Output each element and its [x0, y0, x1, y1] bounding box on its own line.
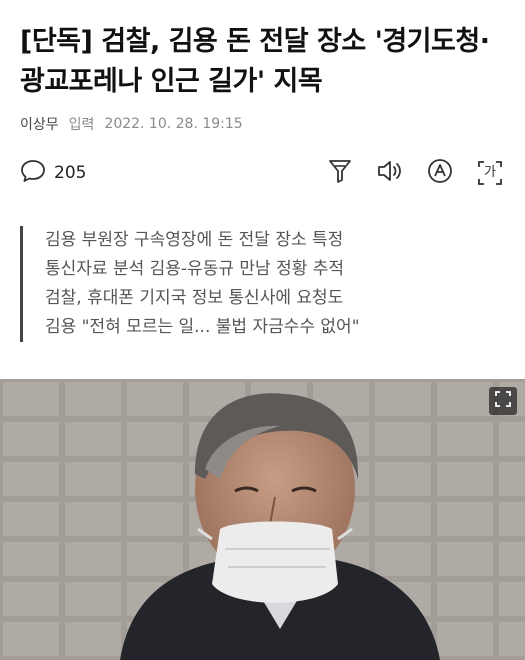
author-name[interactable]: 이상무 — [20, 114, 59, 134]
tool-icons: 가 — [325, 158, 505, 188]
summary-line: 김용 "전혀 모르는 일... 불법 자금수수 없어" — [45, 317, 360, 337]
comment-icon — [20, 159, 46, 187]
summary-line: 통신자료 분석 김용-유동규 만남 정황 추적 — [45, 259, 345, 279]
expand-icon — [495, 391, 511, 411]
article-toolbar: 205 가 — [20, 156, 505, 190]
article-summary: 김용 부원장 구속영장에 돈 전달 장소 특정 통신자료 분석 김용-유동규 만… — [20, 226, 500, 342]
summary-button[interactable] — [325, 158, 355, 188]
comment-button[interactable]: 205 — [20, 159, 86, 187]
translate-button[interactable]: 가 — [475, 158, 505, 188]
comment-count: 205 — [54, 163, 87, 183]
summary-line: 김용 부원장 구속영장에 돈 전달 장소 특정 — [45, 230, 344, 250]
translate-icon: 가 — [476, 159, 504, 187]
photo-illustration — [0, 379, 525, 660]
speaker-icon — [376, 158, 404, 188]
article-photo[interactable] — [0, 379, 525, 660]
expand-photo-button[interactable] — [489, 387, 517, 415]
publish-time: 2022. 10. 28. 19:15 — [104, 116, 243, 132]
summary-line: 검찰, 휴대폰 기지국 정보 통신사에 요청도 — [45, 288, 344, 308]
font-size-icon — [426, 157, 454, 189]
input-label: 입력 — [68, 117, 95, 133]
article-meta: 이상무 입력 2022. 10. 28. 19:15 — [20, 114, 243, 134]
summary-icon — [328, 158, 352, 188]
article-headline: [단독] 검찰, 김용 돈 전달 장소 '경기도청·광교포레나 인근 길가' 지… — [20, 26, 490, 97]
translate-glyph: 가 — [484, 165, 496, 180]
article-page: [단독] 검찰, 김용 돈 전달 장소 '경기도청·광교포레나 인근 길가' 지… — [0, 0, 525, 660]
tts-button[interactable] — [375, 158, 405, 188]
font-size-button[interactable] — [425, 158, 455, 188]
